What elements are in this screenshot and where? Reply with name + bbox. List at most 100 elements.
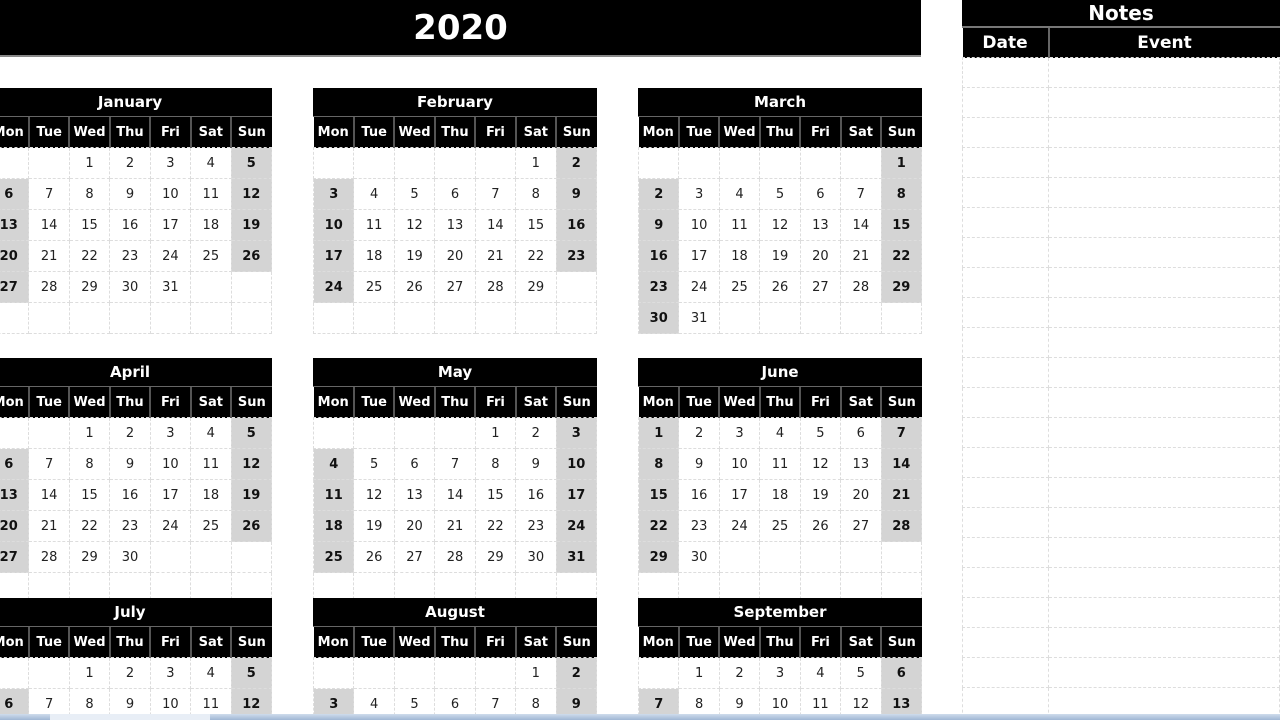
- day-cell[interactable]: [637, 147, 680, 179]
- day-cell[interactable]: 30: [109, 541, 151, 573]
- day-cell[interactable]: 27: [393, 541, 436, 573]
- day-cell[interactable]: [312, 147, 355, 179]
- day-cell[interactable]: 19: [353, 510, 395, 542]
- notes-date-cell[interactable]: [962, 447, 1049, 478]
- day-cell[interactable]: [190, 302, 232, 334]
- notes-event-cell[interactable]: [1048, 417, 1280, 448]
- day-cell[interactable]: 15: [68, 209, 111, 241]
- day-cell[interactable]: 30: [515, 541, 557, 573]
- notes-event-cell[interactable]: [1048, 297, 1280, 328]
- notes-date-cell[interactable]: [962, 117, 1049, 148]
- notes-event-cell[interactable]: [1048, 537, 1280, 568]
- notes-event-cell[interactable]: [1048, 177, 1280, 208]
- day-cell[interactable]: 1: [68, 657, 111, 689]
- day-cell[interactable]: 1: [68, 417, 111, 449]
- day-cell[interactable]: 4: [190, 657, 232, 689]
- day-cell[interactable]: 16: [515, 479, 557, 511]
- day-cell[interactable]: 6: [799, 178, 842, 210]
- notes-event-cell[interactable]: [1048, 267, 1280, 298]
- day-cell[interactable]: 27: [0, 541, 30, 573]
- day-cell[interactable]: 2: [555, 147, 598, 179]
- day-cell[interactable]: 7: [474, 178, 517, 210]
- day-cell[interactable]: 16: [109, 209, 151, 241]
- day-cell[interactable]: 14: [840, 209, 882, 241]
- day-cell[interactable]: 19: [799, 479, 842, 511]
- day-cell[interactable]: [312, 302, 355, 334]
- day-cell[interactable]: 18: [190, 209, 232, 241]
- day-cell[interactable]: 19: [230, 209, 273, 241]
- day-cell[interactable]: 26: [393, 271, 436, 303]
- day-cell[interactable]: 12: [799, 448, 842, 480]
- day-cell[interactable]: 6: [434, 178, 476, 210]
- day-cell[interactable]: 4: [312, 448, 355, 480]
- day-cell[interactable]: 27: [434, 271, 476, 303]
- notes-date-cell[interactable]: [962, 687, 1049, 718]
- notes-event-cell[interactable]: [1048, 597, 1280, 628]
- day-cell[interactable]: 22: [515, 240, 557, 272]
- day-cell[interactable]: 9: [637, 209, 680, 241]
- day-cell[interactable]: [880, 302, 923, 334]
- day-cell[interactable]: 20: [434, 240, 476, 272]
- day-cell[interactable]: 30: [678, 541, 720, 573]
- day-cell[interactable]: 20: [0, 240, 30, 272]
- notes-event-cell[interactable]: [1048, 207, 1280, 238]
- notes-event-cell[interactable]: [1048, 57, 1280, 88]
- notes-event-cell[interactable]: [1048, 237, 1280, 268]
- day-cell[interactable]: 23: [109, 510, 151, 542]
- day-cell[interactable]: 3: [149, 657, 192, 689]
- day-cell[interactable]: [393, 657, 436, 689]
- day-cell[interactable]: 8: [515, 178, 557, 210]
- day-cell[interactable]: 10: [149, 178, 192, 210]
- day-cell[interactable]: 4: [718, 178, 761, 210]
- day-cell[interactable]: 6: [840, 417, 882, 449]
- day-cell[interactable]: 15: [880, 209, 923, 241]
- day-cell[interactable]: [840, 147, 882, 179]
- day-cell[interactable]: 26: [230, 510, 273, 542]
- notes-date-cell[interactable]: [962, 387, 1049, 418]
- day-cell[interactable]: 9: [555, 178, 598, 210]
- day-cell[interactable]: [759, 541, 801, 573]
- notes-date-cell[interactable]: [962, 567, 1049, 598]
- day-cell[interactable]: 13: [0, 479, 30, 511]
- day-cell[interactable]: 24: [312, 271, 355, 303]
- day-cell[interactable]: 3: [555, 417, 598, 449]
- day-cell[interactable]: [190, 541, 232, 573]
- day-cell[interactable]: 1: [637, 417, 680, 449]
- day-cell[interactable]: 3: [678, 178, 720, 210]
- day-cell[interactable]: 11: [759, 448, 801, 480]
- day-cell[interactable]: 22: [637, 510, 680, 542]
- day-cell[interactable]: 14: [28, 479, 70, 511]
- notes-date-cell[interactable]: [962, 597, 1049, 628]
- day-cell[interactable]: 5: [799, 417, 842, 449]
- day-cell[interactable]: 20: [799, 240, 842, 272]
- day-cell[interactable]: [718, 541, 761, 573]
- day-cell[interactable]: 12: [230, 178, 273, 210]
- notes-event-cell[interactable]: [1048, 147, 1280, 178]
- day-cell[interactable]: 28: [840, 271, 882, 303]
- day-cell[interactable]: 15: [474, 479, 517, 511]
- day-cell[interactable]: [434, 302, 476, 334]
- day-cell[interactable]: 2: [109, 657, 151, 689]
- day-cell[interactable]: 2: [637, 178, 680, 210]
- day-cell[interactable]: [474, 657, 517, 689]
- day-cell[interactable]: 21: [474, 240, 517, 272]
- day-cell[interactable]: 12: [353, 479, 395, 511]
- notes-event-cell[interactable]: [1048, 447, 1280, 478]
- day-cell[interactable]: 25: [312, 541, 355, 573]
- day-cell[interactable]: [474, 302, 517, 334]
- day-cell[interactable]: 9: [109, 448, 151, 480]
- notes-date-cell[interactable]: [962, 147, 1049, 178]
- day-cell[interactable]: [678, 147, 720, 179]
- day-cell[interactable]: 5: [759, 178, 801, 210]
- day-cell[interactable]: 25: [759, 510, 801, 542]
- day-cell[interactable]: 6: [0, 178, 30, 210]
- notes-date-cell[interactable]: [962, 207, 1049, 238]
- day-cell[interactable]: 8: [880, 178, 923, 210]
- day-cell[interactable]: 1: [880, 147, 923, 179]
- day-cell[interactable]: 29: [637, 541, 680, 573]
- day-cell[interactable]: 1: [68, 147, 111, 179]
- day-cell[interactable]: [149, 541, 192, 573]
- day-cell[interactable]: [799, 302, 842, 334]
- day-cell[interactable]: 2: [678, 417, 720, 449]
- day-cell[interactable]: 2: [718, 657, 761, 689]
